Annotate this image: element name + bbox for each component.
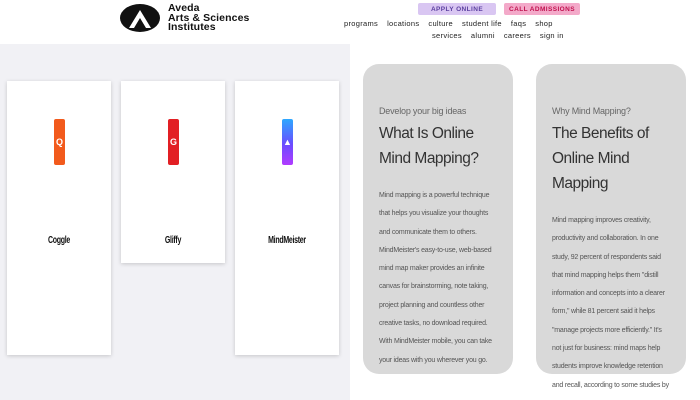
- call-admissions-button[interactable]: CALL ADMISSIONS: [504, 3, 580, 15]
- nav-item-careers[interactable]: careers: [504, 31, 531, 40]
- card-body: Mind mapping improves creativity, produc…: [552, 217, 669, 400]
- tool-name: MindMeister: [268, 235, 306, 246]
- nav-item-shop[interactable]: shop: [535, 19, 552, 28]
- nav-item-locations[interactable]: locations: [387, 19, 419, 28]
- tool-card-mindmeister[interactable]: ▲ MindMeister: [235, 81, 339, 355]
- info-card-what-is: Develop your big ideas What Is Online Mi…: [363, 64, 513, 374]
- site-header: Aveda Arts & Sciences Institutes APPLY O…: [0, 0, 700, 44]
- logo-line-3: Institutes: [168, 21, 216, 33]
- nav-item-student-life[interactable]: student life: [462, 19, 502, 28]
- nav-item-culture[interactable]: culture: [428, 19, 453, 28]
- nav-item-alumni[interactable]: alumni: [471, 31, 495, 40]
- card-eyebrow: Develop your big ideas: [379, 106, 467, 116]
- tool-card-coggle[interactable]: Q Coggle: [7, 81, 111, 355]
- logo-wordmark: Aveda Arts & Sciences Institutes: [168, 3, 249, 33]
- apply-online-button[interactable]: APPLY ONLINE: [418, 3, 496, 15]
- info-card-benefits: Why Mind Mapping? The Benefits of Online…: [536, 64, 686, 400]
- card-eyebrow: Why Mind Mapping?: [552, 106, 631, 116]
- card-title: The Benefits of Online Mind Mapping: [552, 125, 649, 192]
- secondary-nav: services alumni careers sign in: [432, 31, 564, 40]
- aveda-logo-icon: [120, 4, 160, 33]
- info-panel: Develop your big ideas What Is Online Mi…: [350, 44, 700, 400]
- aveda-logo[interactable]: Aveda Arts & Sciences Institutes: [120, 3, 249, 33]
- gliffy-icon: G: [168, 119, 179, 165]
- page: Aveda Arts & Sciences Institutes APPLY O…: [0, 0, 700, 400]
- tool-name: Coggle: [47, 235, 71, 246]
- primary-nav: programs locations culture student life …: [344, 19, 553, 28]
- nav-item-sign-in[interactable]: sign in: [540, 31, 564, 40]
- card-body: Mind mapping is a powerful technique tha…: [379, 192, 492, 364]
- mindmeister-icon: ▲: [282, 119, 293, 165]
- card-title: What Is Online Mind Mapping?: [379, 125, 479, 167]
- tool-card-gliffy[interactable]: G Gliffy: [121, 81, 225, 263]
- nav-item-programs[interactable]: programs: [344, 19, 378, 28]
- nav-item-services[interactable]: services: [432, 31, 462, 40]
- nav-item-faqs[interactable]: faqs: [511, 19, 526, 28]
- tools-panel: Q Coggle G Gliffy ▲ MindMeister: [0, 44, 350, 400]
- tool-name: Gliffy: [164, 235, 182, 246]
- coggle-icon: Q: [54, 119, 65, 165]
